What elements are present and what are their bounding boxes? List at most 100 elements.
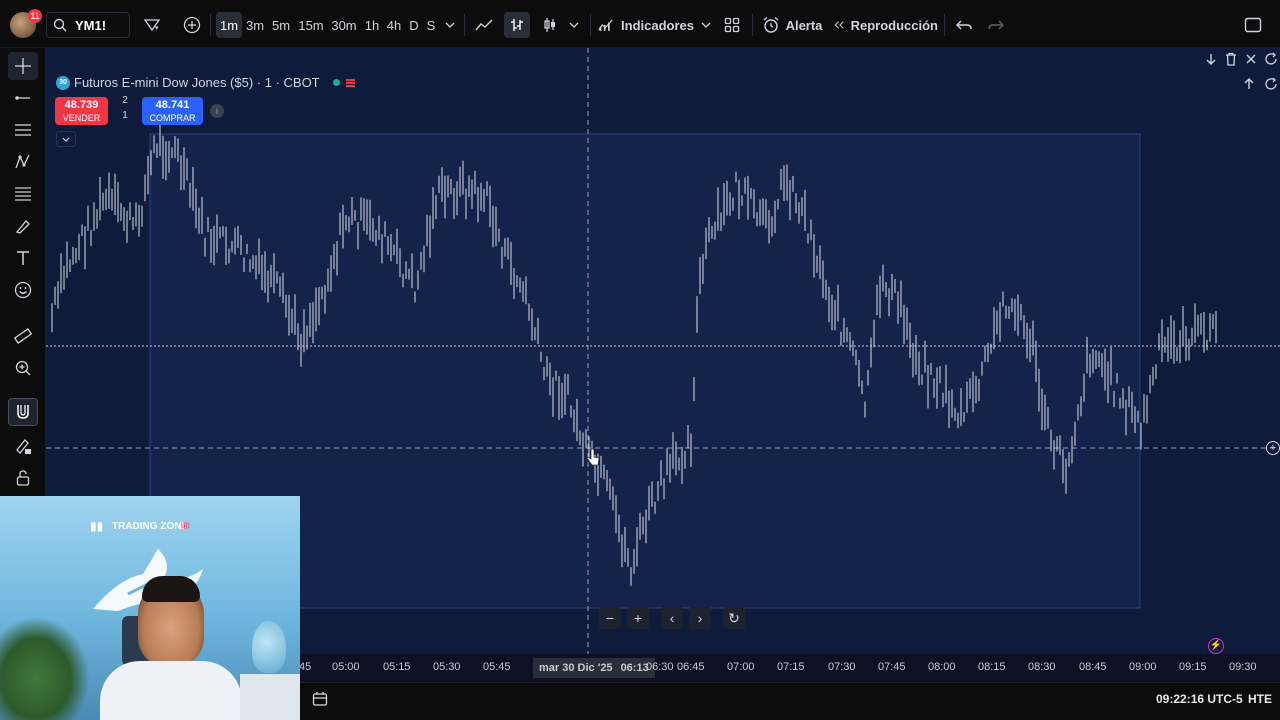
line-chart-button[interactable] (472, 12, 496, 38)
zoom-out-button[interactable]: − (599, 607, 621, 629)
chevron-down-icon (569, 22, 579, 28)
collapse-legend-button[interactable] (56, 131, 76, 147)
clock[interactable]: 09:22:16 UTC-5 (1156, 692, 1243, 706)
time-tick: 06:45 (677, 661, 705, 673)
interval-1h[interactable]: 1h (362, 12, 382, 38)
time-tick: 09:00 (1129, 661, 1157, 673)
interval-d[interactable]: D (407, 12, 421, 38)
arrow-up-icon[interactable] (1242, 77, 1256, 91)
magnet-icon (17, 405, 29, 419)
trend-line-tool[interactable] (8, 84, 38, 112)
brush-icon (15, 220, 30, 234)
interval-4h[interactable]: 4h (384, 12, 404, 38)
time-tick: 05:45 (483, 661, 511, 673)
lock-icon (16, 470, 30, 486)
ruler-icon (14, 328, 32, 344)
arrow-down-icon[interactable] (1204, 52, 1218, 66)
chart-type-button[interactable] (538, 12, 562, 38)
candlestick-icon (544, 18, 555, 32)
fibonacci-tool[interactable] (8, 180, 38, 208)
toolbar-divider (944, 14, 945, 36)
pattern-tool[interactable] (8, 148, 38, 176)
indicators-dropdown[interactable] (698, 12, 714, 38)
time-tick: 06:30 (646, 661, 674, 673)
crosshair-tool[interactable] (8, 52, 38, 80)
buy-button[interactable]: 48.741 COMPRAR (142, 97, 203, 125)
sell-price: 48.739 (64, 99, 99, 111)
presenter-shirt (100, 661, 242, 720)
interval-30m[interactable]: 30m (329, 12, 359, 38)
smiley-icon (14, 281, 32, 299)
lines-icon (15, 124, 31, 136)
reset-chart-button[interactable]: ↻ (723, 607, 745, 629)
line-chart-icon (475, 19, 493, 31)
sell-button[interactable]: 48.739 VENDER (55, 97, 108, 125)
chart-type-dropdown[interactable] (566, 12, 582, 38)
plant (0, 616, 90, 720)
interval-1m[interactable]: 1m (216, 12, 242, 38)
magnet-tool[interactable] (8, 398, 38, 426)
time-tick: 08:45 (1079, 661, 1107, 673)
market-status-dot (333, 79, 340, 86)
time-tick: 05:30 (433, 661, 461, 673)
draw-mode-tool[interactable] (8, 432, 38, 460)
time-tick: 09:30 (1229, 661, 1257, 673)
chart-title[interactable]: Futuros E-mini Dow Jones ($5) · 1 · CBOT (74, 75, 320, 90)
sell-label: VENDER (62, 113, 101, 123)
buy-label: COMPRAR (149, 113, 196, 123)
interval-3m[interactable]: 3m (244, 12, 266, 38)
spread-bottom: 1 (122, 110, 128, 121)
toolbar-divider (590, 14, 591, 36)
horizontal-lines-tool[interactable] (8, 116, 38, 144)
date-range-icon[interactable] (312, 691, 328, 707)
undo-icon (956, 20, 972, 30)
chevron-down-icon (445, 22, 455, 28)
emoji-tool[interactable] (8, 276, 38, 304)
lightning-icon[interactable]: ⚡ (1208, 638, 1224, 654)
webcam-overlay: ▮▮ TRADING ZONE ® (0, 496, 300, 720)
interval-dropdown-button[interactable] (442, 12, 458, 38)
alert-label: Alerta (785, 17, 823, 33)
refresh-icon[interactable] (1264, 52, 1278, 66)
interval-15m[interactable]: 15m (297, 12, 325, 38)
fullscreen-button[interactable] (1240, 12, 1266, 38)
indicators-icon (598, 19, 613, 31)
close-icon[interactable] (1244, 52, 1258, 66)
drawing-toolbar (0, 48, 46, 496)
interval-s[interactable]: S (424, 12, 438, 38)
lock-drawings-tool[interactable] (8, 464, 38, 492)
chevron-down-icon (701, 22, 711, 28)
chevron-down-icon (62, 137, 70, 142)
time-tick: 05:00 (332, 661, 360, 673)
ruler-tool[interactable] (8, 322, 38, 350)
ohlc-bars-icon (511, 19, 523, 31)
text-tool[interactable] (8, 244, 38, 272)
text-icon (17, 251, 29, 265)
alert-button[interactable]: Alerta (760, 12, 824, 38)
toolbar-divider (210, 14, 211, 36)
info-icon[interactable]: i (210, 104, 224, 118)
undo-button[interactable] (952, 12, 976, 38)
indicators-button[interactable]: Indicadores (598, 12, 694, 38)
layouts-button[interactable] (720, 12, 744, 38)
presenter-hair (142, 576, 200, 602)
trash-icon[interactable] (1224, 52, 1238, 66)
symbol-search[interactable]: YM1! (46, 12, 130, 38)
brush-tool[interactable] (8, 212, 38, 240)
crosshair-add-button[interactable]: + (1266, 441, 1280, 455)
scroll-right-button[interactable]: › (689, 607, 711, 629)
buy-price: 48.741 (155, 99, 190, 111)
scroll-left-button[interactable]: ‹ (661, 607, 683, 629)
zoom-tool[interactable] (8, 354, 38, 382)
session-label[interactable]: HTE (1248, 692, 1272, 706)
replay-button[interactable]: Reproducción (834, 12, 938, 38)
interval-5m[interactable]: 5m (270, 12, 292, 38)
bars-chart-button[interactable] (504, 12, 530, 38)
add-symbol-button[interactable] (180, 12, 204, 38)
crosshair-time-label: mar 30 Dic '25 06:13 (533, 658, 655, 678)
redo-button[interactable] (984, 12, 1008, 38)
refresh-icon[interactable] (1264, 77, 1278, 91)
time-tick: 09:15 (1179, 661, 1207, 673)
zoom-in-button[interactable]: + (627, 607, 649, 629)
compare-symbols-button[interactable]: ▾ (136, 12, 168, 38)
